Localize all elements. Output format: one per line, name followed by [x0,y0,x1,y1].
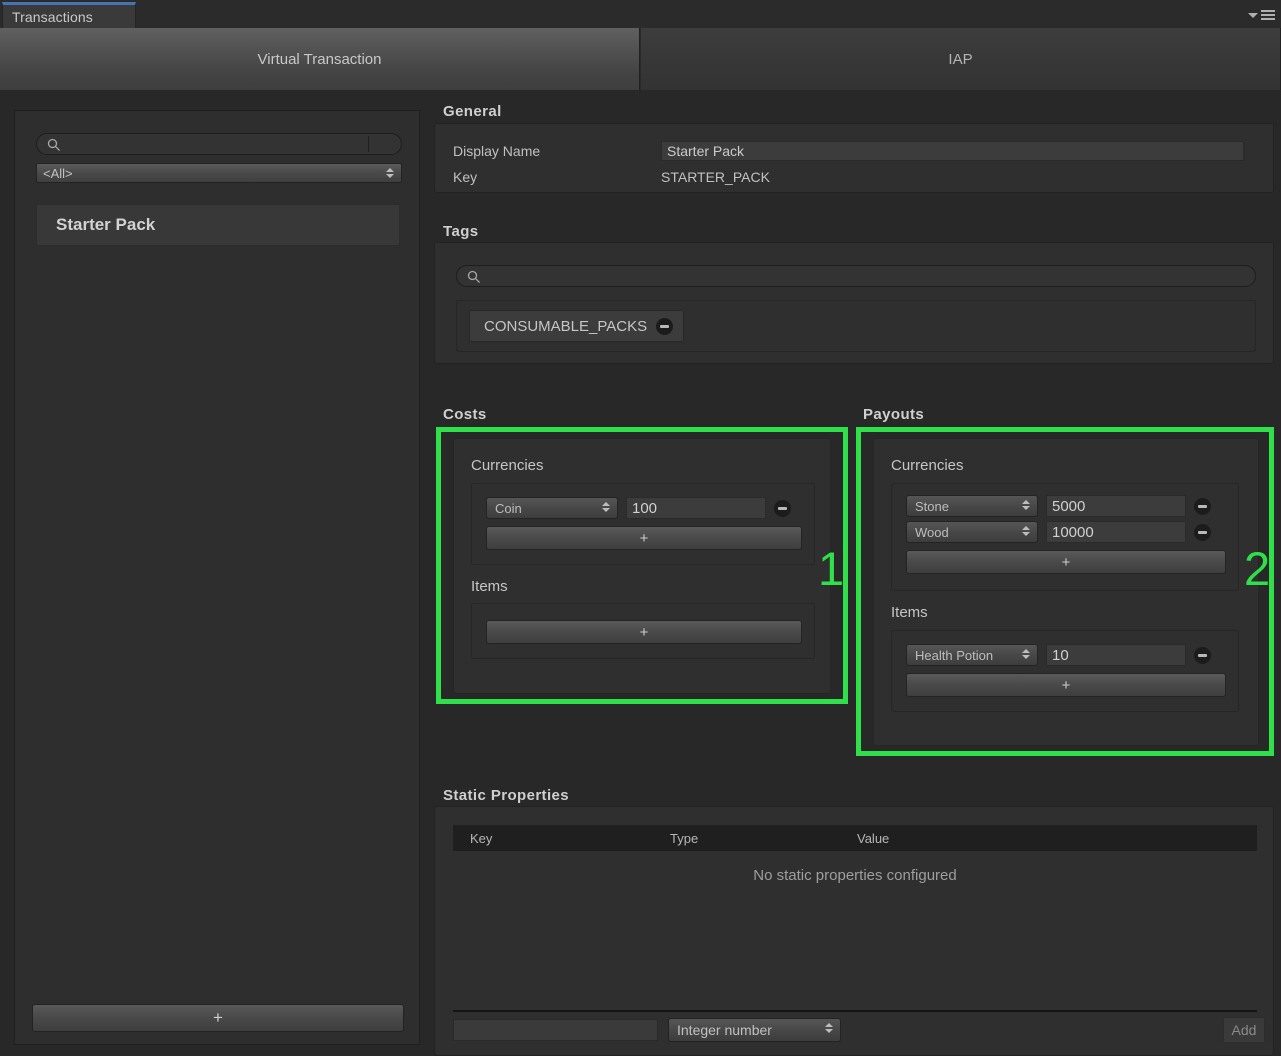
tags-search[interactable] [456,265,1256,287]
sidebar-add-button[interactable]: + [32,1004,404,1032]
static-properties-type-value: Integer number [677,1022,772,1038]
sidebar-search-input[interactable] [65,134,369,154]
tab-iap[interactable]: IAP [640,28,1281,90]
window-content: <All> Starter Pack + General Display Nam… [0,90,1281,1056]
tab-iap-label: IAP [948,50,973,68]
sidebar: <All> Starter Pack + [14,110,420,1045]
static-properties-section: Key Type Value No static properties conf… [434,806,1274,1056]
tab-virtual-transaction[interactable]: Virtual Transaction [0,28,640,90]
window-tab-strip: Transactions [0,0,1281,28]
main-tab-bar: Virtual Transaction IAP [0,28,1281,90]
tag-chip[interactable]: CONSUMABLE_PACKS [469,310,685,342]
highlight-number-1: 1 [818,542,845,595]
general-section: Display Name Key STARTER_PACK [434,123,1274,193]
column-header-key: Key [470,830,493,846]
tags-section: CONSUMABLE_PACKS [434,242,1274,364]
static-properties-type-dropdown[interactable]: Integer number [668,1018,841,1042]
static-properties-separator [453,1010,1257,1012]
highlight-box-payouts: 2 [856,427,1274,756]
display-name-input[interactable] [661,141,1244,161]
key-row: Key STARTER_PACK [435,164,1273,190]
tags-search-input[interactable] [487,266,1231,286]
sidebar-item-label: Starter Pack [56,215,156,234]
sidebar-filter-value: <All> [43,165,73,181]
column-header-type: Type [670,830,699,846]
transactions-window: Transactions Virtual Transaction IAP <Al… [0,0,1281,1056]
window-tab-transactions[interactable]: Transactions [2,2,136,28]
search-icon [47,138,61,152]
payouts-section-title: Payouts [863,406,925,423]
costs-section-title: Costs [443,406,487,423]
sidebar-add-label: + [213,1008,223,1027]
tags-section-title: Tags [443,223,479,240]
highlight-box-costs: 1 [436,427,848,704]
tab-virtual-transaction-label: Virtual Transaction [257,50,382,68]
inspector: General Display Name Key STARTER_PACK Ta… [434,90,1274,1056]
highlight-number-2: 2 [1244,542,1271,595]
static-properties-key-input[interactable] [453,1019,658,1041]
column-header-value: Value [857,830,890,846]
chevron-down-icon[interactable] [1248,12,1258,18]
hamburger-menu-icon[interactable] [1261,10,1275,20]
sidebar-filter-dropdown[interactable]: <All> [36,163,402,183]
static-properties-empty-message: No static properties configured [753,867,957,884]
general-section-title: General [443,103,502,120]
display-name-row: Display Name [435,138,1273,164]
tag-chip-label: CONSUMABLE_PACKS [484,317,648,335]
static-properties-header-row: Key Type Value [453,825,1257,851]
static-properties-add-label: Add [1231,1022,1257,1038]
static-properties-add-button[interactable]: Add [1223,1017,1265,1043]
sidebar-search[interactable] [36,133,402,155]
stepper-arrows-icon [825,1023,833,1033]
key-label: Key [453,169,478,185]
display-name-label: Display Name [453,143,541,159]
key-value: STARTER_PACK [661,169,770,185]
tags-chip-area: CONSUMABLE_PACKS [456,300,1256,352]
static-properties-title: Static Properties [443,787,570,804]
sidebar-item-starter-pack[interactable]: Starter Pack [36,204,400,246]
window-tab-label: Transactions [12,8,93,25]
search-icon [467,270,481,284]
minus-circle-icon[interactable] [656,317,674,335]
window-menu-group[interactable] [1248,10,1275,20]
stepper-arrows-icon [386,168,394,178]
